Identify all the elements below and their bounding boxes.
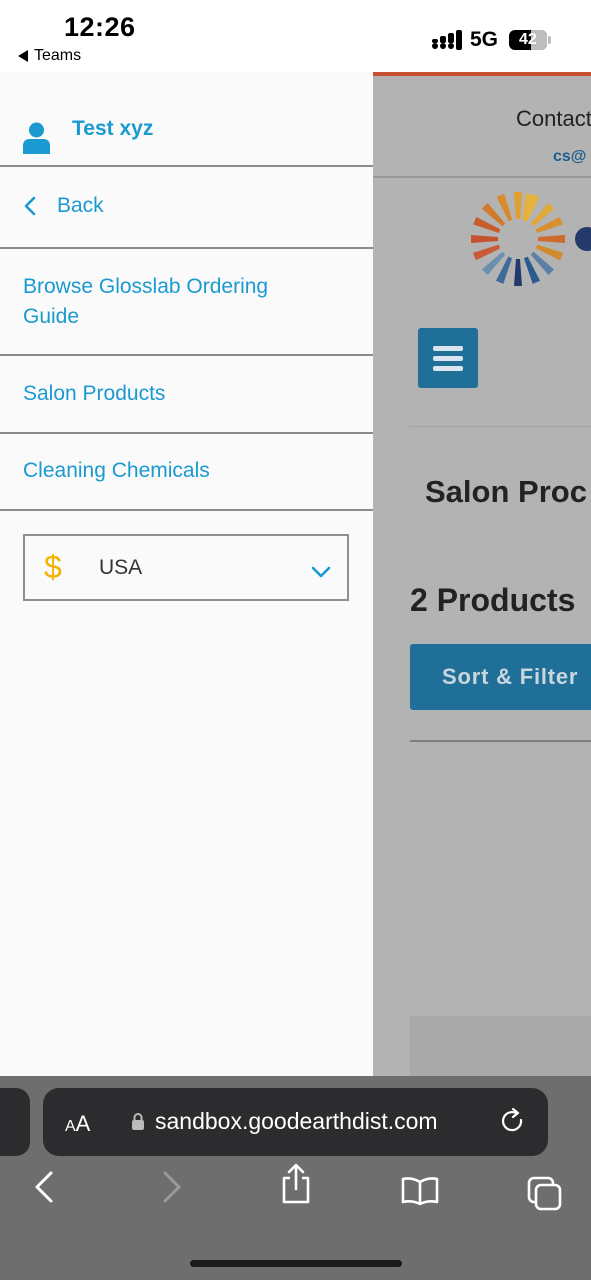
share-icon[interactable] bbox=[280, 1162, 312, 1204]
reload-icon[interactable] bbox=[501, 1108, 527, 1136]
battery-tip bbox=[548, 36, 551, 44]
user-icon bbox=[23, 122, 50, 154]
company-logo-icon bbox=[471, 192, 591, 286]
background-page[interactable]: Contact cs@ Salon Proc 2 Products Sort &… bbox=[373, 72, 591, 1076]
dollar-icon: $ bbox=[44, 549, 62, 585]
side-drawer: Test xyz Back Browse Glosslab Ordering G… bbox=[0, 72, 373, 1076]
bookmarks-icon[interactable] bbox=[401, 1176, 439, 1206]
battery-level: 42 bbox=[519, 31, 537, 48]
nav-item-cleaning-chemicals[interactable]: Cleaning Chemicals bbox=[0, 456, 373, 486]
hamburger-menu-button[interactable] bbox=[418, 328, 478, 388]
browser-chrome: AA sandbox.goodearthdist.com bbox=[0, 1076, 591, 1280]
chevron-left-icon[interactable] bbox=[24, 196, 36, 216]
tabs-icon[interactable] bbox=[527, 1176, 563, 1212]
product-card[interactable] bbox=[410, 1016, 591, 1076]
drawer-divider bbox=[0, 509, 373, 511]
battery-icon: 42 bbox=[509, 30, 547, 50]
back-app-label: Teams bbox=[34, 47, 82, 64]
drawer-divider bbox=[0, 247, 373, 249]
home-indicator[interactable] bbox=[190, 1260, 402, 1267]
cellular-signal-icon bbox=[432, 30, 462, 50]
drawer-divider bbox=[0, 165, 373, 167]
nav-item-label: Salon Products bbox=[23, 382, 166, 405]
back-button[interactable]: Back bbox=[57, 194, 104, 218]
browser-back-icon[interactable] bbox=[34, 1170, 54, 1204]
drawer-divider bbox=[0, 432, 373, 434]
sort-filter-button[interactable]: Sort & Filter bbox=[410, 644, 591, 710]
user-name: Test xyz bbox=[72, 117, 154, 140]
lock-icon bbox=[132, 1113, 144, 1130]
drawer-divider bbox=[0, 354, 373, 356]
url-text: sandbox.goodearthdist.com bbox=[155, 1108, 438, 1134]
address-bar[interactable]: AA sandbox.goodearthdist.com bbox=[43, 1088, 548, 1156]
chevron-down-icon bbox=[311, 566, 331, 578]
sort-filter-label: Sort & Filter bbox=[442, 664, 579, 689]
contact-email[interactable]: cs@ bbox=[553, 148, 586, 166]
currency-select[interactable]: $ USA bbox=[23, 534, 349, 601]
header-divider bbox=[373, 176, 591, 178]
currency-value: USA bbox=[99, 556, 143, 579]
back-to-app-link[interactable]: Teams bbox=[18, 47, 81, 65]
accent-line bbox=[373, 72, 591, 76]
back-triangle-icon bbox=[18, 50, 28, 62]
results-divider bbox=[410, 740, 591, 742]
contact-text: Contact bbox=[516, 106, 591, 131]
page-heading: Salon Proc bbox=[425, 474, 587, 509]
reader-settings-button[interactable]: AA bbox=[65, 1111, 90, 1137]
user-account-row[interactable]: Test xyz bbox=[0, 72, 373, 166]
product-count: 2 Products bbox=[410, 582, 576, 618]
nav-item-label: Cleaning Chemicals bbox=[23, 459, 210, 482]
status-time: 12:26 bbox=[64, 12, 136, 42]
section-divider bbox=[410, 426, 591, 427]
nav-item-salon-products[interactable]: Salon Products bbox=[0, 379, 373, 409]
browser-forward-icon[interactable] bbox=[162, 1170, 182, 1204]
network-type: 5G bbox=[470, 28, 499, 51]
status-bar: 12:26 Teams 5G 42 bbox=[0, 0, 591, 72]
nav-item-glosslab-guide[interactable]: Browse Glosslab Ordering Guide bbox=[0, 272, 373, 332]
previous-tab-stub[interactable] bbox=[0, 1088, 30, 1156]
nav-item-label: Browse Glosslab Ordering Guide bbox=[23, 275, 269, 328]
